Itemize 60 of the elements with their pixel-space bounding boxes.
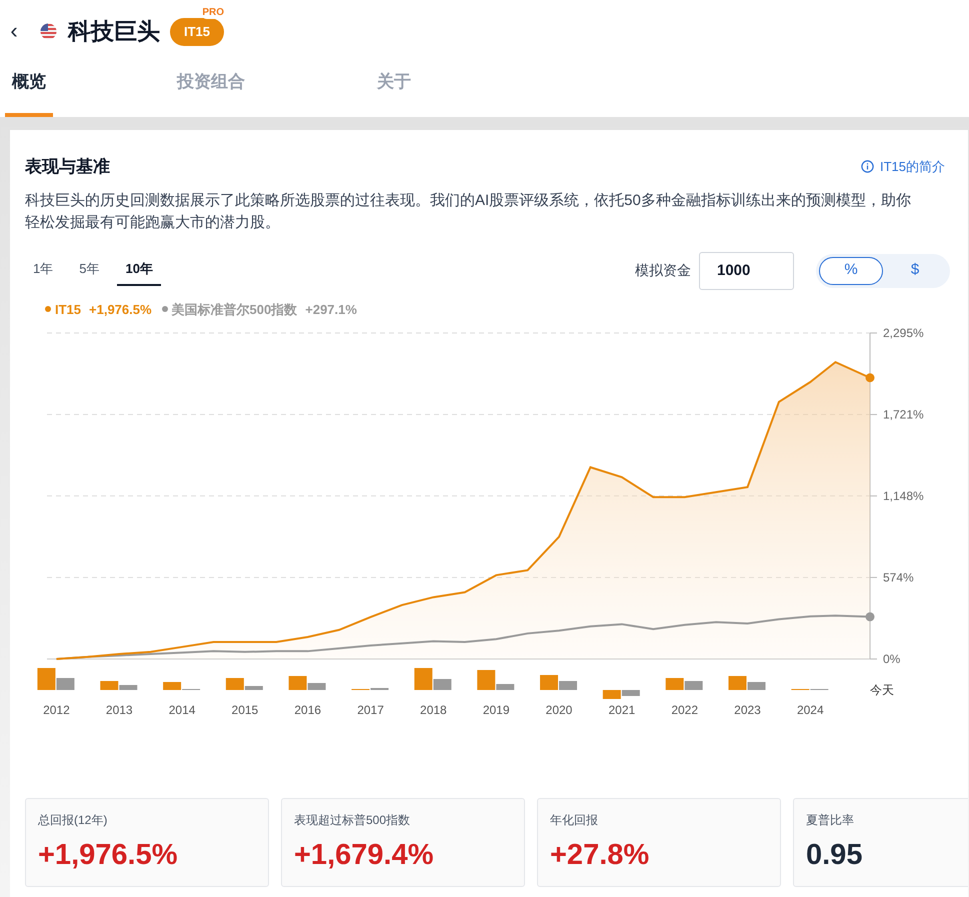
stat-label: 表现超过标普500指数 (294, 812, 412, 829)
info-link[interactable]: IT15的简介 (860, 157, 945, 176)
legend-label: IT15 (55, 300, 82, 318)
annual-return-bars (414, 668, 452, 690)
stat-label: 总回报(12年) (38, 812, 108, 829)
stat-value: +1,679.4% (294, 838, 434, 873)
annual-return-bars (226, 678, 263, 690)
annual-return-bars (666, 678, 703, 690)
annual-return-bars (477, 670, 514, 690)
annual-return-bars (728, 676, 766, 690)
annual-return-bars (288, 676, 326, 690)
unit-option[interactable]: % (819, 256, 883, 284)
stat-value: 0.95 (806, 838, 864, 873)
y-axis-label: 1,148% (883, 488, 924, 503)
pro-tag: PRO (201, 7, 226, 20)
end-point-marker (866, 373, 874, 382)
stat-value: +1,976.5% (38, 838, 178, 873)
x-axis-label: 2014 (168, 703, 196, 717)
x-axis-label: 2023 (734, 703, 761, 717)
description: 科技巨头的历史回测数据展示了此策略所选股票的过往表现。我们的AI股票评级系统，依托50多种金融指标训练出来的预测模型，助你轻松发掘最有可能跑赢大市的潜力股。 (24, 190, 912, 232)
strategy-title: 科技巨头 (68, 16, 160, 46)
annual-return-bars (37, 668, 74, 690)
period-tab[interactable]: 1年 (25, 254, 62, 286)
x-axis-label: 2017 (357, 703, 384, 717)
annual-return-bars (163, 682, 200, 690)
strategy-badge: IT15 (170, 18, 224, 46)
back-button[interactable]: ‹ (8, 20, 20, 42)
today-label: 今天 (870, 683, 894, 697)
x-axis-label: 2015 (232, 703, 258, 717)
info-icon (860, 160, 874, 174)
y-axis-label: 0% (883, 652, 900, 666)
y-axis-label: 2,295% (883, 326, 924, 340)
stat-value: +27.8% (550, 838, 650, 873)
y-axis-label: 1,721% (883, 408, 924, 422)
x-axis-label: 2013 (106, 703, 133, 717)
x-axis-label: 2022 (671, 703, 698, 717)
capital-label: 模拟资金 (635, 261, 691, 280)
legend-value: +297.1% (305, 300, 357, 318)
x-axis-label: 2024 (796, 703, 824, 717)
stat-label: 夏普比率 (806, 812, 855, 829)
x-axis-label: 2020 (546, 703, 572, 717)
unit-option[interactable]: $ (883, 256, 947, 284)
x-axis-label: 2016 (294, 703, 322, 717)
x-axis-label: 2012 (43, 703, 70, 717)
us-flag-icon (40, 22, 57, 40)
legend-value: +1,976.5% (89, 300, 152, 318)
x-axis-label: 2019 (482, 703, 510, 717)
section-title: 表现与基准 (25, 156, 110, 178)
y-axis-label: 574% (883, 570, 914, 584)
end-point-marker (866, 612, 874, 622)
period-tab[interactable]: 10年 (117, 254, 161, 286)
capital-input[interactable]: 1000 (699, 252, 794, 290)
annual-return-bars (100, 681, 138, 690)
annual-return-bars (602, 690, 640, 699)
x-axis-label: 2021 (608, 703, 636, 717)
period-tab[interactable]: 5年 (71, 254, 108, 286)
stat-label: 年化回报 (550, 812, 599, 829)
legend-label: 美国标准普尔500指数 (172, 300, 298, 318)
annual-return-bars (540, 675, 578, 690)
x-axis-label: 2018 (420, 703, 447, 717)
